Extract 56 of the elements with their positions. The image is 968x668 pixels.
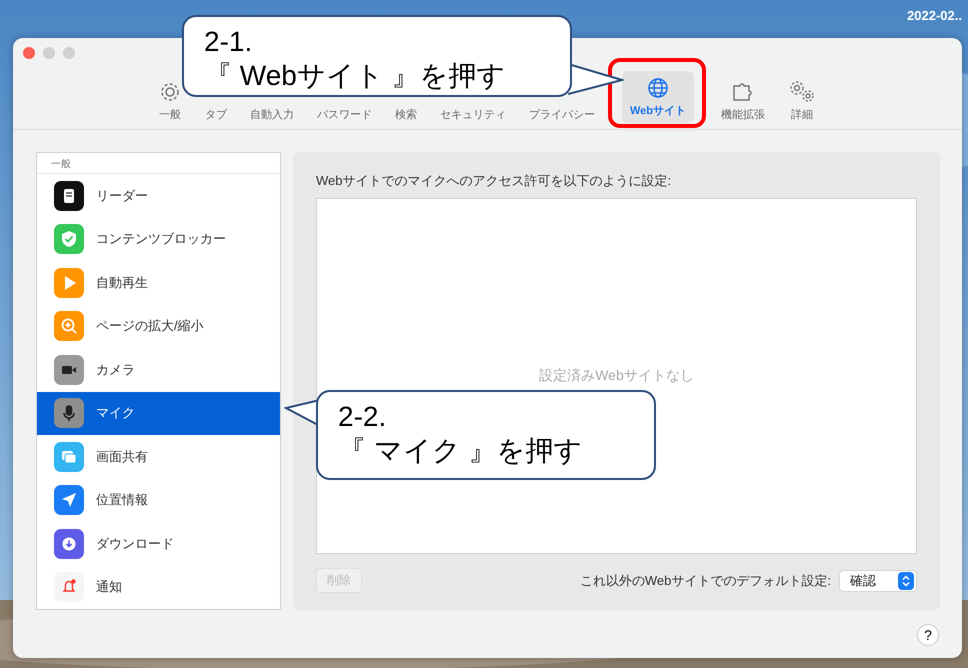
toolbar-tab[interactable]: プライバシー [529, 106, 595, 123]
sidebar-item[interactable]: マイク [37, 392, 280, 435]
sidebar-item-label: マイク [96, 404, 135, 422]
stepper-icon [898, 572, 914, 590]
minimize-button[interactable] [43, 47, 55, 59]
callout-text: 『 マイク 』を押す [338, 434, 584, 468]
sidebar-item[interactable]: リーダー [37, 174, 280, 218]
toolbar-tab[interactable]: 詳細 [788, 79, 816, 123]
empty-text: 設定済みWebサイトなし [539, 367, 694, 385]
sidebar-item[interactable]: ダウンロード [37, 522, 280, 566]
sidebar-item-label: コンテンツブロッカー [96, 230, 226, 248]
reader-icon [54, 180, 84, 211]
shield-icon [54, 224, 84, 254]
zoom-button[interactable] [63, 47, 75, 59]
sidebar-item-label: ページの拡大/縮小 [96, 317, 204, 336]
default-setting-label: これ以外のWebサイトでのデフォルト設定: [580, 572, 831, 590]
zoom-icon [54, 311, 84, 342]
sidebar-item[interactable]: 画面共有 [37, 435, 280, 478]
gears-icon [788, 80, 816, 104]
toolbar-tab[interactable]: 検索 [395, 106, 417, 123]
sidebar-item-label: 通知 [96, 578, 122, 596]
callout-step: 2-1. [204, 25, 550, 59]
help-button[interactable]: ? [917, 624, 939, 646]
sidebar-item-label: 画面共有 [96, 448, 148, 466]
sidebar-item[interactable]: コンテンツブロッカー [37, 218, 280, 261]
callout-text: 『 Webサイト 』を押す [204, 58, 507, 92]
sidebar-item[interactable]: 自動再生 [37, 261, 280, 304]
sidebar-item-label: ダウンロード [96, 534, 174, 553]
sidebar-item-label: リーダー [96, 186, 148, 205]
screens-icon [54, 442, 84, 472]
globe-icon [646, 76, 670, 100]
play-icon [54, 268, 84, 298]
toolbar-tab[interactable]: 一般 [158, 79, 182, 123]
toolbar-tab[interactable]: タブ [205, 106, 227, 123]
sidebar-item[interactable]: カメラ [37, 348, 280, 392]
microphone-icon [54, 398, 84, 428]
bell-icon [54, 572, 84, 602]
toolbar-tab[interactable]: パスワード [317, 106, 372, 123]
camera-icon [54, 354, 84, 385]
sidebar-item[interactable]: ページの拡大/縮小 [37, 304, 280, 348]
toolbar-tab[interactable]: 自動入力 [250, 106, 294, 123]
description-text: Webサイトでのマイクへのアクセス許可を以下のように設定: [316, 172, 672, 190]
toolbar-tab[interactable]: セキュリティ [440, 106, 506, 123]
sidebar-item[interactable]: 位置情報 [37, 478, 280, 522]
callout-step: 2-2. [338, 400, 634, 434]
toolbar-tab[interactable]: Webサイト [622, 71, 694, 123]
sidebar-item-label: 自動再生 [96, 274, 148, 292]
toolbar-tab[interactable]: 機能拡張 [721, 79, 766, 123]
date-label: 2022-02.. [907, 8, 962, 23]
download-icon [54, 528, 84, 559]
sidebar-heading: 一般 [37, 153, 280, 174]
sidebar-item-label: 位置情報 [96, 491, 148, 510]
sidebar-item[interactable]: 通知 [37, 566, 280, 609]
sidebar-item-label: カメラ [96, 360, 135, 379]
close-button[interactable] [23, 47, 35, 59]
default-setting-select[interactable]: 確認 [839, 570, 917, 592]
